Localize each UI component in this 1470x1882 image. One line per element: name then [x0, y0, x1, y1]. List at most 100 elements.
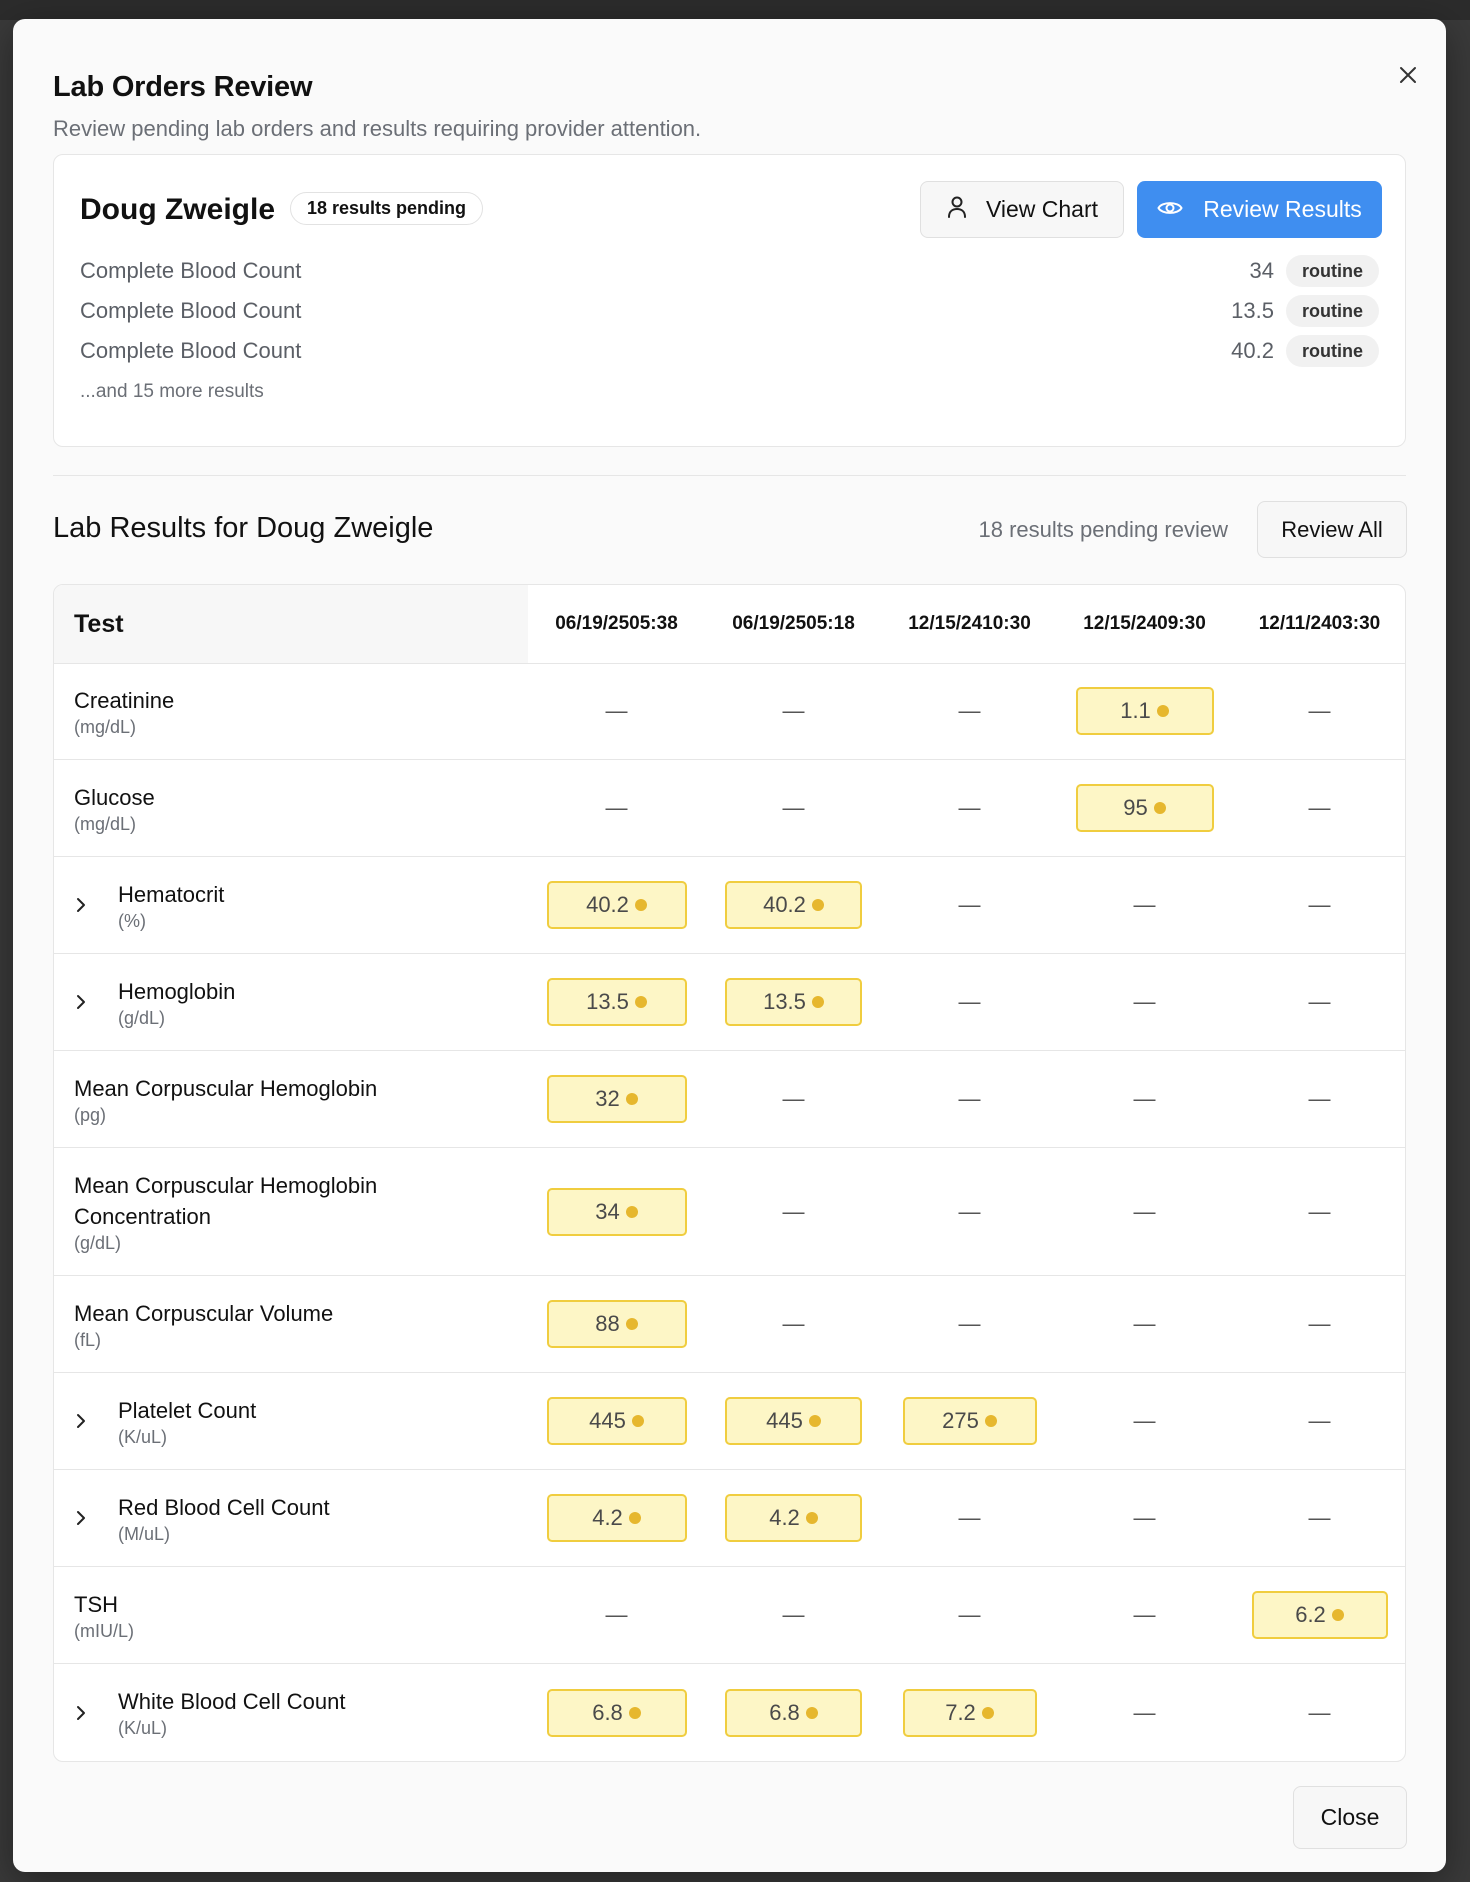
pending-status-dot-icon	[984, 1415, 997, 1427]
pending-result-value[interactable]: 4.2	[725, 1494, 862, 1542]
empty-result-dash: —	[1133, 1602, 1156, 1627]
date-column-header[interactable]: 12/11/2403:30	[1232, 585, 1405, 663]
pending-result-value[interactable]: 6.8	[725, 1688, 862, 1737]
table-row: Red Blood Cell Count (M/uL) 4.2 4.2 — — —	[54, 1470, 1405, 1567]
chevron-right-icon[interactable]	[74, 1406, 110, 1436]
test-label: Hemoglobin (g/dL)	[118, 976, 235, 1029]
pending-result-value[interactable]: 7.2	[902, 1688, 1037, 1737]
test-cell: Creatinine (mg/dL)	[74, 663, 174, 759]
empty-result-dash: —	[1308, 1699, 1331, 1725]
chevron-right-icon[interactable]	[74, 1698, 110, 1728]
pending-result-value[interactable]: 40.2	[725, 881, 862, 929]
test-unit: (mg/dL)	[74, 813, 137, 834]
date-column-header[interactable]: 12/15/2409:30	[1057, 585, 1232, 663]
empty-result-dash: —	[1308, 989, 1331, 1014]
pending-result-value[interactable]: 445	[725, 1397, 862, 1445]
empty-result-dash: —	[1308, 795, 1331, 820]
pending-results-badge: 18 results pending	[290, 192, 484, 225]
result-cell: 1.1	[1057, 663, 1232, 759]
close-button[interactable]: Close	[1293, 1786, 1407, 1849]
empty-result-dash: —	[958, 1198, 981, 1224]
order-row: Complete Blood Count 13.5 routine	[80, 295, 1379, 327]
result-value: 13.5	[586, 989, 629, 1014]
result-cell: —	[528, 663, 705, 759]
pending-status-dot-icon	[625, 1318, 638, 1330]
empty-result-dash: —	[782, 1311, 805, 1336]
table-row: Platelet Count (K/uL) 445 445 275 — —	[54, 1373, 1405, 1470]
table-row: Hematocrit (%) 40.2 40.2 — — —	[54, 857, 1405, 954]
result-value: 445	[766, 1408, 803, 1433]
review-results-label: Review Results	[1203, 196, 1362, 222]
backdrop	[0, 0, 1470, 20]
result-cell: —	[882, 663, 1057, 759]
date-column-header[interactable]: 06/19/2505:18	[705, 585, 882, 663]
view-chart-button[interactable]: View Chart	[920, 181, 1124, 238]
result-cell: —	[1232, 1276, 1405, 1372]
pending-status-dot-icon	[634, 996, 647, 1008]
result-cell: —	[705, 1567, 882, 1663]
result-cell: 445	[528, 1373, 705, 1469]
test-name: Mean Corpuscular Hemoglobin	[74, 1075, 378, 1101]
test-unit: (fL)	[74, 1329, 101, 1350]
pending-status-dot-icon	[811, 996, 824, 1008]
empty-result-dash: —	[1308, 1408, 1331, 1433]
order-name: Complete Blood Count	[80, 298, 302, 323]
result-cell: —	[1057, 857, 1232, 953]
result-cell: —	[1057, 1373, 1232, 1469]
pending-result-value[interactable]: 4.2	[546, 1494, 687, 1542]
pending-result-value[interactable]: 13.5	[725, 978, 862, 1026]
pending-result-value[interactable]: 6.8	[546, 1688, 687, 1737]
review-all-button[interactable]: Review All	[1257, 501, 1407, 558]
pending-status-dot-icon	[805, 1512, 818, 1524]
pending-result-value[interactable]: 95	[1075, 784, 1214, 832]
test-label: Hematocrit (%)	[118, 879, 224, 932]
order-name: Complete Blood Count	[80, 258, 302, 283]
pending-result-value[interactable]: 6.2	[1251, 1591, 1388, 1639]
pending-result-value[interactable]: 34	[546, 1187, 687, 1236]
result-cell: 6.8	[705, 1664, 882, 1761]
pending-result-value[interactable]: 275	[902, 1397, 1037, 1445]
result-cell: —	[1232, 1664, 1405, 1761]
empty-result-dash: —	[1133, 1505, 1156, 1530]
result-cell: —	[882, 954, 1057, 1050]
empty-result-dash: —	[782, 698, 805, 723]
result-cell: 13.5	[705, 954, 882, 1050]
chevron-right-icon[interactable]	[74, 890, 110, 920]
test-cell: Glucose (mg/dL)	[74, 760, 155, 856]
result-cell: 4.2	[705, 1470, 882, 1566]
pending-result-value[interactable]: 445	[546, 1397, 687, 1445]
date-column-header[interactable]: 12/15/2410:30	[882, 585, 1057, 663]
close-icon[interactable]	[1396, 63, 1420, 87]
chevron-right-icon[interactable]	[74, 1503, 110, 1533]
result-cell: 275	[882, 1373, 1057, 1469]
test-name: Mean Corpuscular Hemoglobin Concentratio…	[74, 1172, 378, 1229]
empty-result-dash: —	[958, 892, 981, 917]
pending-result-value[interactable]: 88	[546, 1300, 687, 1348]
pending-result-value[interactable]: 13.5	[546, 978, 687, 1026]
test-unit: (K/uL)	[118, 1426, 168, 1447]
empty-result-dash: —	[958, 1086, 981, 1111]
test-unit: (g/dL)	[118, 1007, 166, 1028]
test-unit: (pg)	[74, 1104, 107, 1125]
result-cell: 34	[528, 1148, 705, 1275]
test-name: Creatinine	[74, 687, 175, 713]
pending-result-value[interactable]: 40.2	[546, 881, 687, 929]
date-column-header[interactable]: 06/19/2505:38	[528, 585, 705, 663]
result-cell: 13.5	[528, 954, 705, 1050]
test-unit: (M/uL)	[118, 1523, 171, 1544]
test-cell: Hemoglobin (g/dL)	[74, 954, 235, 1050]
review-results-button[interactable]: Review Results	[1137, 181, 1382, 238]
empty-result-dash: —	[605, 1602, 628, 1627]
priority-badge: routine	[1286, 335, 1379, 367]
result-cell: 6.2	[1232, 1567, 1405, 1663]
pending-result-value[interactable]: 1.1	[1075, 687, 1214, 735]
patient-summary-card: Doug Zweigle 18 results pending View Cha…	[53, 154, 1406, 447]
test-cell: Mean Corpuscular Hemoglobin Concentratio…	[74, 1148, 434, 1275]
pending-status-dot-icon	[628, 1706, 641, 1719]
result-cell: —	[1232, 1470, 1405, 1566]
pending-result-value[interactable]: 32	[546, 1075, 687, 1123]
empty-result-dash: —	[605, 795, 628, 820]
patient-name: Doug Zweigle	[80, 193, 275, 226]
chevron-right-icon[interactable]	[74, 987, 110, 1017]
priority-badge: routine	[1286, 295, 1379, 327]
